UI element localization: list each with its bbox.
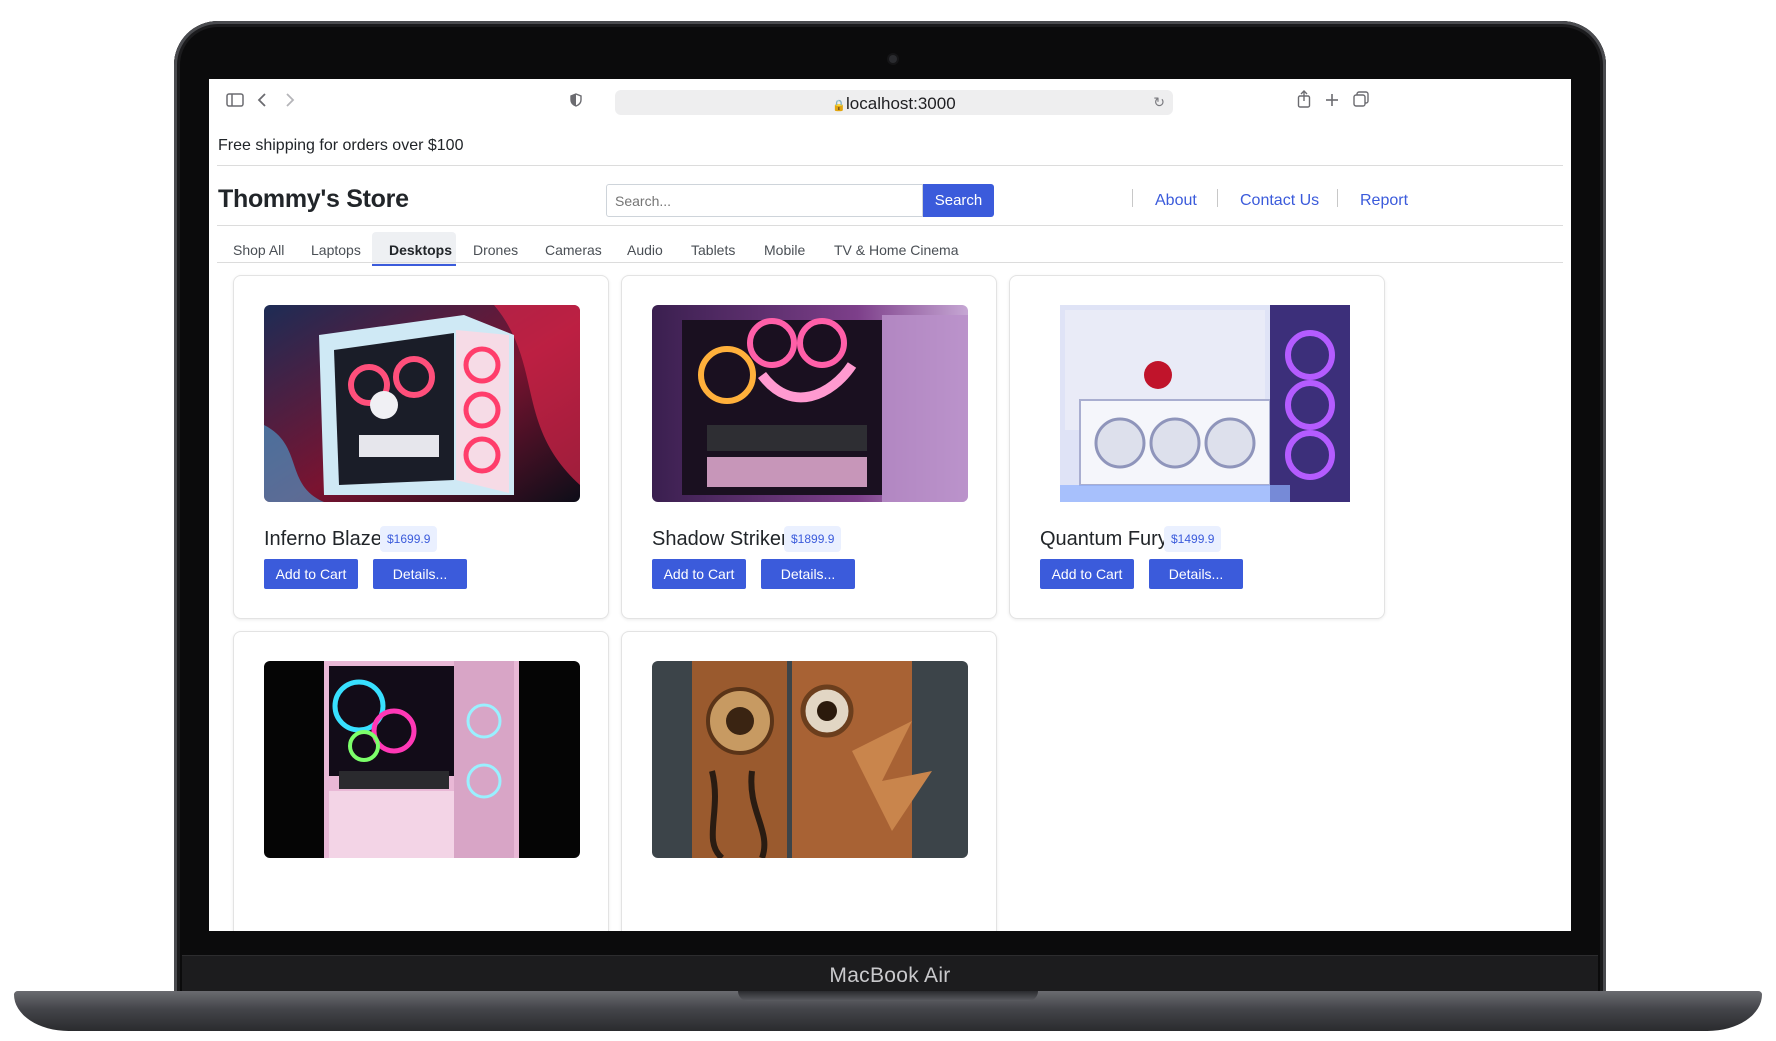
product-card: Quantum Fury $1499.9 Add to Cart Details…: [1009, 275, 1385, 619]
product-card: [621, 631, 997, 931]
divider: [217, 262, 1563, 263]
product-image[interactable]: [264, 661, 580, 858]
details-button[interactable]: Details...: [373, 559, 467, 589]
nav-link-report[interactable]: Report: [1360, 192, 1408, 210]
product-card: Shadow Striker $1899.9 Add to Cart Detai…: [621, 275, 997, 619]
tab-cameras[interactable]: Cameras: [545, 242, 602, 258]
tab-laptops[interactable]: Laptops: [311, 242, 361, 258]
back-icon[interactable]: [256, 92, 268, 110]
product-card: [233, 631, 609, 931]
add-to-cart-button[interactable]: Add to Cart: [652, 559, 746, 589]
lock-icon: 🔒: [832, 100, 847, 112]
share-icon[interactable]: [1297, 90, 1311, 111]
details-button[interactable]: Details...: [1149, 559, 1243, 589]
divider: [1217, 189, 1218, 207]
search-input[interactable]: [606, 184, 923, 217]
search-button[interactable]: Search: [923, 184, 994, 217]
add-to-cart-button[interactable]: Add to Cart: [1040, 559, 1134, 589]
browser-toolbar: 🔒localhost:3000 ↻: [209, 79, 1571, 123]
divider: [217, 225, 1563, 226]
tab-tv-home-cinema[interactable]: TV & Home Cinema: [834, 242, 958, 258]
product-image[interactable]: [264, 305, 580, 502]
camera-icon: [889, 55, 897, 63]
product-image[interactable]: [652, 661, 968, 858]
tab-drones[interactable]: Drones: [473, 242, 518, 258]
screen: 🔒localhost:3000 ↻ Free shipping for orde…: [209, 79, 1571, 931]
nav-link-contact[interactable]: Contact Us: [1240, 192, 1319, 210]
sidebar-icon[interactable]: [226, 92, 244, 110]
new-tab-icon[interactable]: [1325, 92, 1339, 110]
tab-mobile[interactable]: Mobile: [764, 242, 805, 258]
tab-shop-all[interactable]: Shop All: [233, 242, 284, 258]
product-image[interactable]: [652, 305, 968, 502]
add-to-cart-button[interactable]: Add to Cart: [264, 559, 358, 589]
url-text: localhost:3000: [846, 94, 956, 113]
divider: [217, 165, 1563, 166]
forward-icon[interactable]: [284, 92, 296, 110]
divider: [1337, 189, 1338, 207]
promo-banner: Free shipping for orders over $100: [218, 137, 464, 154]
price-badge: $1499.9: [1164, 526, 1222, 552]
divider: [1132, 189, 1133, 207]
device-label: MacBook Air: [829, 964, 951, 987]
price-badge: $1699.9: [380, 526, 438, 552]
price-badge: $1899.9: [784, 526, 842, 552]
product-name[interactable]: Inferno Blaze: [264, 528, 382, 551]
tab-audio[interactable]: Audio: [627, 242, 663, 258]
shield-icon: [570, 92, 582, 110]
tabs-icon[interactable]: [1353, 91, 1369, 110]
store-logo[interactable]: Thommy's Store: [218, 185, 409, 214]
address-bar[interactable]: 🔒localhost:3000 ↻: [615, 90, 1173, 115]
product-card: Inferno Blaze $1699.9 Add to Cart Detail…: [233, 275, 609, 619]
address-text: 🔒localhost:3000: [615, 94, 1173, 114]
product-name[interactable]: Shadow Striker: [652, 528, 788, 551]
product-name[interactable]: Quantum Fury: [1040, 528, 1168, 551]
tab-desktops[interactable]: Desktops: [389, 242, 452, 258]
laptop-chin: MacBook Air: [182, 955, 1598, 994]
nav-link-about[interactable]: About: [1155, 192, 1197, 210]
product-image[interactable]: [1040, 305, 1356, 502]
reload-icon[interactable]: ↻: [1153, 94, 1165, 111]
details-button[interactable]: Details...: [761, 559, 855, 589]
laptop-notch: [738, 991, 1038, 1001]
tab-tablets[interactable]: Tablets: [691, 242, 735, 258]
